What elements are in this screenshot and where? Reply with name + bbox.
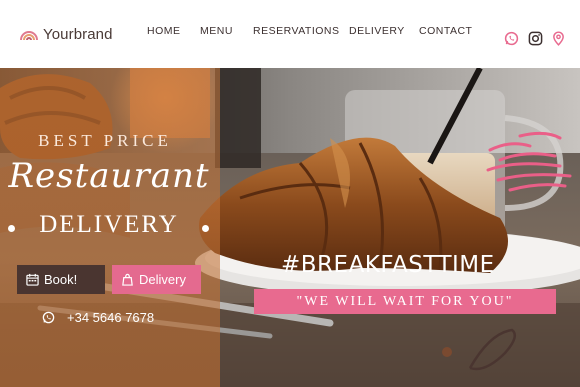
whatsapp-icon[interactable] (504, 31, 519, 46)
tagline-banner: "WE WILL WAIT FOR YOU" (254, 289, 556, 314)
hashtag-text: #BREAKFASTTIME (281, 252, 495, 278)
delivery-button[interactable]: Delivery (112, 265, 201, 294)
delivery-bag-icon (122, 273, 133, 286)
whatsapp-phone-icon (42, 311, 55, 324)
nav-delivery[interactable]: DELIVERY (349, 25, 405, 37)
brand-name: Yourbrand (43, 26, 113, 43)
book-button-label: Book! (44, 272, 78, 287)
phone-contact[interactable]: +34 5646 7678 (42, 310, 154, 325)
site-header: Yourbrand HOME MENU RESERVATIONS DELIVER… (0, 0, 580, 68)
hero-section: BEST PRICE Restaurant DELIVERY Book! Del… (0, 68, 580, 387)
tagline-text: "WE WILL WAIT FOR YOU" (296, 293, 514, 309)
hero-subtitle: DELIVERY (39, 211, 179, 238)
hero-kicker: BEST PRICE (38, 131, 172, 150)
nav-contact[interactable]: CONTACT (419, 25, 472, 37)
nav-home[interactable]: HOME (147, 25, 181, 37)
rainbow-logo-icon (20, 31, 38, 41)
phone-number: +34 5646 7678 (67, 310, 155, 325)
right-decorative-dot (202, 225, 209, 232)
hero-title: Restaurant (8, 156, 210, 196)
brand-logo[interactable]: Yourbrand (20, 26, 113, 43)
location-pin-icon[interactable] (552, 31, 565, 46)
social-links (504, 31, 565, 46)
nav-reservations[interactable]: RESERVATIONS (253, 25, 340, 37)
delivery-button-label: Delivery (139, 272, 186, 287)
instagram-icon[interactable] (528, 31, 543, 46)
calendar-icon (26, 273, 39, 286)
nav-menu[interactable]: MENU (200, 25, 233, 37)
book-button[interactable]: Book! (17, 265, 105, 294)
